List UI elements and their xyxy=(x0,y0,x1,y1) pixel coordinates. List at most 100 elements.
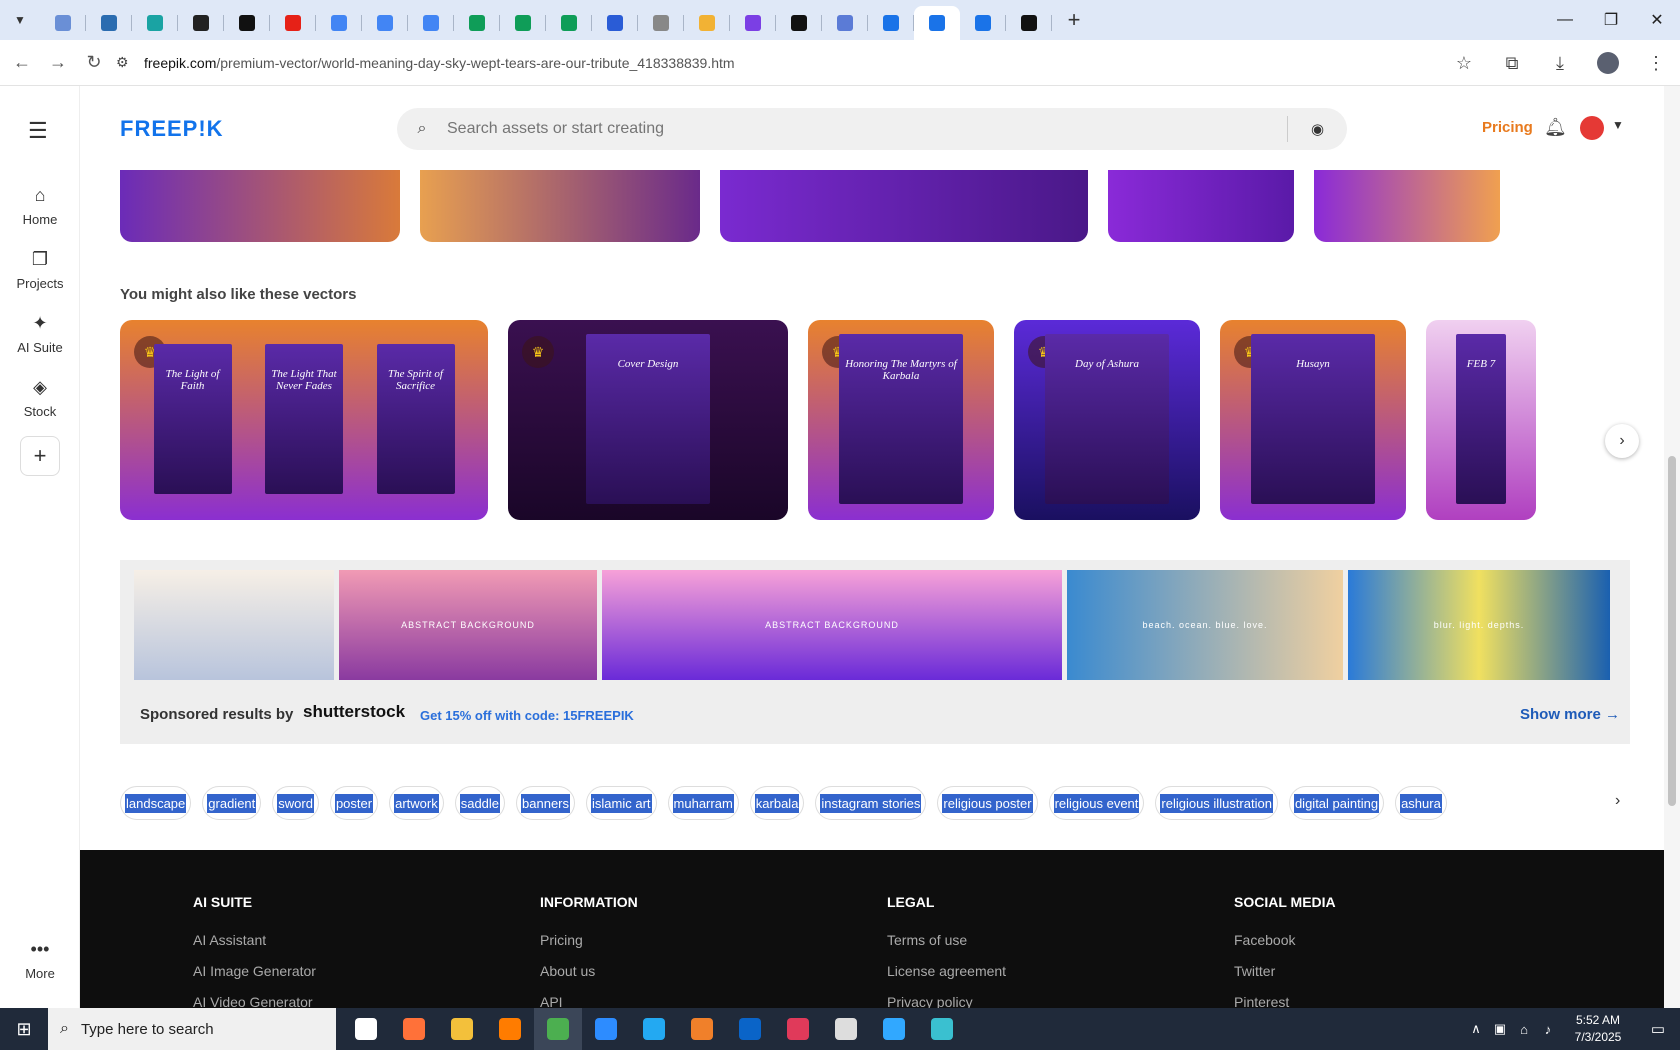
forward-arrow-icon[interactable]: → xyxy=(40,45,76,81)
browser-tab[interactable] xyxy=(822,6,868,40)
footer-link[interactable]: AI Image Generator xyxy=(193,963,316,979)
notification-icon[interactable]: ▭ xyxy=(1636,1020,1680,1038)
shutterstock-logo[interactable]: shutterstock xyxy=(303,702,405,722)
footer-link[interactable]: Facebook xyxy=(1234,932,1336,948)
browser-tab[interactable] xyxy=(1006,6,1052,40)
network-icon[interactable]: ⌂ xyxy=(1512,1022,1536,1037)
vector-card[interactable]: FEB 7 xyxy=(1426,320,1536,520)
footer-link[interactable]: About us xyxy=(540,963,638,979)
profile-avatar[interactable] xyxy=(1584,52,1632,74)
taskbar-app-task-view[interactable] xyxy=(342,1008,390,1050)
sponsored-image[interactable]: ABSTRACT BACKGROUND xyxy=(602,570,1062,680)
tag-chip[interactable]: religious illustration xyxy=(1155,786,1278,820)
vector-card[interactable]: ♛ Cover Design xyxy=(508,320,788,520)
back-arrow-icon[interactable]: ← xyxy=(4,45,40,81)
clock[interactable]: 5:52 AM 7/3/2025 xyxy=(1560,1012,1636,1046)
chevron-down-icon[interactable]: ▼ xyxy=(1612,118,1624,132)
related-card[interactable] xyxy=(720,170,1088,242)
minimize-button[interactable]: — xyxy=(1542,0,1588,40)
taskbar-app-photoshop[interactable] xyxy=(870,1008,918,1050)
footer-link[interactable]: License agreement xyxy=(887,963,1006,979)
tag-chip[interactable]: digital painting xyxy=(1288,786,1385,820)
show-more-link[interactable]: Show more → xyxy=(1520,706,1620,723)
restore-button[interactable]: ❐ xyxy=(1588,0,1634,40)
tag-chip[interactable]: karbala xyxy=(749,786,805,820)
related-card[interactable] xyxy=(420,170,700,242)
new-tab-button[interactable]: + xyxy=(1058,4,1090,36)
browser-tab[interactable] xyxy=(132,6,178,40)
taskbar-app-firefox[interactable] xyxy=(390,1008,438,1050)
tag-chip[interactable]: gradient xyxy=(202,786,262,820)
tags-next-icon[interactable]: › xyxy=(1615,792,1620,810)
camera-search-icon[interactable]: ◉ xyxy=(1287,116,1347,142)
search-input[interactable] xyxy=(447,120,1277,138)
sponsored-image[interactable] xyxy=(134,570,334,680)
volume-icon[interactable]: ♪ xyxy=(1536,1022,1560,1037)
sidebar-item-projects[interactable]: ❐ Projects xyxy=(0,238,80,302)
browser-tab[interactable] xyxy=(454,6,500,40)
user-avatar[interactable] xyxy=(1580,116,1604,140)
bookmark-star-icon[interactable]: ☆ xyxy=(1440,53,1488,74)
tag-chip[interactable]: ashura xyxy=(1395,786,1447,820)
taskbar-app-app-orange[interactable] xyxy=(678,1008,726,1050)
tag-chip[interactable]: artwork xyxy=(389,786,444,820)
taskbar-app-zoom[interactable] xyxy=(582,1008,630,1050)
tag-chip[interactable]: banners xyxy=(516,786,576,820)
browser-tab[interactable] xyxy=(40,6,86,40)
tag-chip[interactable]: islamic art xyxy=(586,786,657,820)
browser-tab[interactable] xyxy=(408,6,454,40)
taskbar-app-illustrator[interactable] xyxy=(486,1008,534,1050)
taskbar-app-outlook[interactable] xyxy=(726,1008,774,1050)
carousel-next-icon[interactable]: › xyxy=(1605,424,1639,458)
tag-chip[interactable]: religious poster xyxy=(937,786,1038,820)
tag-chip[interactable]: instagram stories xyxy=(815,786,927,820)
sidebar-item-stock[interactable]: ◈ Stock xyxy=(0,366,80,430)
tag-chip[interactable]: religious event xyxy=(1048,786,1145,820)
browser-menu-icon[interactable]: ⋮ xyxy=(1632,53,1680,74)
browser-tab[interactable] xyxy=(960,6,1006,40)
browser-tab[interactable] xyxy=(86,6,132,40)
scrollbar-thumb[interactable] xyxy=(1668,456,1676,806)
download-icon[interactable]: ⤓ xyxy=(1536,53,1584,74)
tag-chip[interactable]: muharram xyxy=(667,786,739,820)
browser-tab[interactable] xyxy=(178,6,224,40)
sidebar-item-more[interactable]: ••• More xyxy=(0,928,80,992)
taskbar-app-vscode[interactable] xyxy=(630,1008,678,1050)
tag-chip[interactable]: sword xyxy=(272,786,319,820)
browser-tab[interactable] xyxy=(270,6,316,40)
taskbar-app-creative-cloud[interactable] xyxy=(774,1008,822,1050)
vector-card[interactable]: ♛ The Light of Faith The Light That Never … xyxy=(120,320,488,520)
related-card[interactable] xyxy=(120,170,400,242)
search-icon[interactable]: ⌕ xyxy=(397,120,447,138)
taskbar-search[interactable]: ⌕ Type here to search xyxy=(48,1008,336,1050)
browser-tab[interactable] xyxy=(592,6,638,40)
extensions-icon[interactable]: ⧉ xyxy=(1488,53,1536,74)
related-card[interactable] xyxy=(1314,170,1500,242)
reload-icon[interactable]: ↻ xyxy=(76,45,112,81)
tag-chip[interactable]: landscape xyxy=(120,786,192,820)
footer-link[interactable]: Terms of use xyxy=(887,932,1006,948)
tab-search-chevron-icon[interactable]: ▼ xyxy=(0,0,40,40)
notification-bell-icon[interactable]: 🔔︎ xyxy=(1544,117,1567,138)
windows-start-icon[interactable]: ⊞ xyxy=(0,1008,48,1050)
taskbar-app-app-gem[interactable] xyxy=(918,1008,966,1050)
sponsored-image[interactable]: blur. light. depths. xyxy=(1348,570,1610,680)
browser-tab[interactable] xyxy=(684,6,730,40)
sponsored-offer[interactable]: Get 15% off with code: 15FREEPIK xyxy=(420,708,634,723)
site-info-icon[interactable]: ⚙ xyxy=(116,54,144,71)
sponsored-image[interactable]: beach. ocean. blue. love. xyxy=(1067,570,1343,680)
url-field[interactable]: ⚙ freepik.com/premium-vector/world-meani… xyxy=(116,46,1466,80)
footer-link[interactable]: AI Assistant xyxy=(193,932,316,948)
browser-tab[interactable] xyxy=(868,6,914,40)
page-scrollbar[interactable] xyxy=(1664,86,1680,1008)
vector-card[interactable]: ♛ Day of Ashura xyxy=(1014,320,1200,520)
browser-tab[interactable] xyxy=(914,6,960,40)
taskbar-app-pen-tool[interactable] xyxy=(822,1008,870,1050)
footer-link[interactable]: Twitter xyxy=(1234,963,1336,979)
pricing-link[interactable]: Pricing xyxy=(1482,119,1533,136)
add-icon[interactable]: + xyxy=(20,436,60,476)
browser-tab[interactable] xyxy=(316,6,362,40)
tray-app-icon[interactable]: ▣ xyxy=(1488,1021,1512,1037)
taskbar-app-file-explorer[interactable] xyxy=(438,1008,486,1050)
browser-tab[interactable] xyxy=(224,6,270,40)
